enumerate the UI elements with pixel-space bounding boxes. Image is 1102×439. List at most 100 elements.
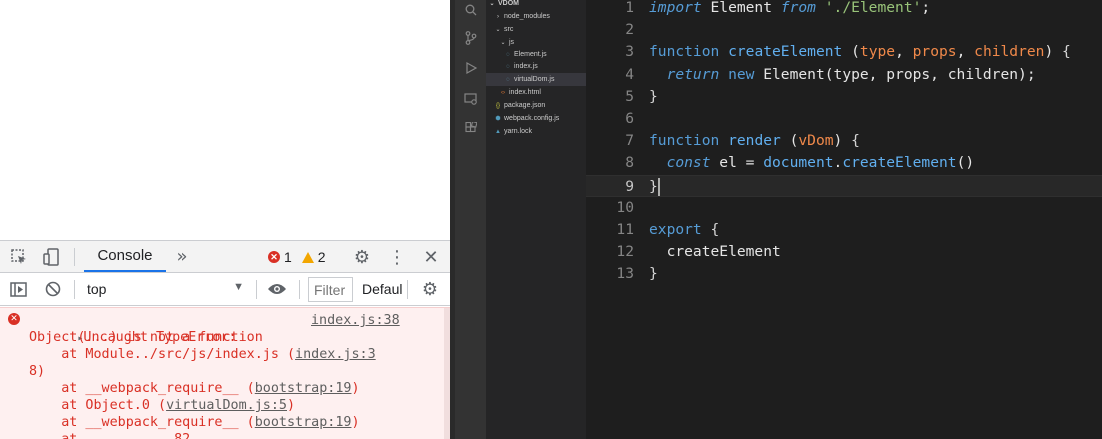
extensions-icon[interactable] <box>455 118 486 138</box>
line-number: 2 <box>625 21 634 39</box>
stack-frame-link[interactable]: bootstrap:19 <box>255 381 352 396</box>
lock-file-icon: ▲ <box>495 128 501 135</box>
code-line[interactable]: 4 return new Element(type, props, childr… <box>586 64 1102 86</box>
inspect-element-icon[interactable] <box>8 247 30 267</box>
error-source-link[interactable]: index.js:38 <box>311 312 400 329</box>
stack-frame: at __webpack_require__ (bootstrap:19) <box>29 381 360 396</box>
close-devtools-icon[interactable]: ✕ <box>421 246 441 268</box>
line-number: 8 <box>625 154 634 172</box>
device-toolbar-icon[interactable] <box>40 247 62 267</box>
filter-input[interactable] <box>308 277 353 302</box>
code-editor[interactable]: 1 import Element from './Element'; 2 3 funct… <box>586 0 1102 439</box>
code-line[interactable]: 6 <box>586 108 1102 130</box>
chevron-down-icon: ⌄ <box>495 27 501 33</box>
code-token: render <box>728 132 781 150</box>
tree-item-virtualdom-js[interactable]: ◌ virtualDom.js <box>486 73 586 86</box>
live-expression-eye-icon[interactable] <box>265 279 289 299</box>
code-token: export <box>649 221 702 238</box>
code-line[interactable]: 10 <box>586 197 1102 219</box>
code-token: type <box>859 43 896 61</box>
code-text: createElement <box>649 241 781 263</box>
code-token: ( <box>842 43 860 61</box>
log-levels-dropdown[interactable]: Default levels <box>357 277 402 302</box>
console-filter-bar: top ▼ Default levels ⚙ <box>0 273 450 306</box>
console-settings-gear-icon[interactable]: ⚙ <box>419 278 441 300</box>
code-token: props <box>912 43 957 61</box>
console-messages: ✕ ▸Uncaught TypeError: index.js:38 Objec… <box>0 307 450 439</box>
code-token: ) <box>1044 43 1063 61</box>
explorer-root-folder[interactable]: ⌄ VDOM <box>486 0 586 10</box>
code-line[interactable]: 8 const el = document.createElement() <box>586 152 1102 174</box>
code-token: vDom <box>798 132 834 150</box>
error-count: 1 <box>284 249 292 265</box>
code-line[interactable]: 2 <box>586 19 1102 41</box>
code-token: . <box>833 154 843 172</box>
source-control-icon[interactable] <box>455 28 486 48</box>
tree-item-index-js[interactable]: ◌ index.js <box>486 60 586 73</box>
dropdown-caret-icon: ▼ <box>233 281 244 293</box>
devtools-toolbar: Console » ✕ 1 2 ⚙ ⋮ ✕ <box>0 240 450 273</box>
line-number: 5 <box>625 87 634 105</box>
code-token: createElement <box>728 43 843 61</box>
page-viewport[interactable] <box>0 0 450 240</box>
stack-frame-link[interactable]: bootstrap:19 <box>255 415 352 430</box>
remote-explorer-icon[interactable] <box>455 89 486 109</box>
stack-frame: at Module../src/js/index.js (index.js:3 <box>29 347 376 362</box>
code-token: } <box>649 87 658 105</box>
code-token: './Element' <box>824 0 922 16</box>
settings-gear-icon[interactable]: ⚙ <box>351 246 373 268</box>
stack-frame-link[interactable]: virtualDom.js:5 <box>166 398 287 413</box>
line-number: 7 <box>625 132 634 150</box>
error-count-icon: ✕ <box>268 251 280 263</box>
toolbar-separator <box>407 280 408 299</box>
chevron-down-icon: ⌄ <box>500 40 506 46</box>
context-selector[interactable]: top ▼ <box>80 277 252 301</box>
code-line[interactable]: 12 createElement <box>586 241 1102 263</box>
line-number: 4 <box>625 65 634 83</box>
line-number: 13 <box>616 265 634 283</box>
code-token: Element <box>701 0 781 16</box>
clear-console-icon[interactable] <box>43 279 63 299</box>
stack-frame-link[interactable]: index.js:3 <box>295 347 376 362</box>
browser-pane: Console » ✕ 1 2 ⚙ ⋮ ✕ top ▼ Default leve… <box>0 0 450 439</box>
code-line[interactable]: 1 import Element from './Element'; <box>586 0 1102 19</box>
stack-frame: at Object.0 (virtualDom.js:5) <box>29 398 296 413</box>
tab-console[interactable]: Console <box>84 241 166 272</box>
code-line[interactable]: 11 export { <box>586 219 1102 241</box>
code-text: import Element from './Element'; <box>649 0 930 19</box>
issues-counter[interactable]: ✕ 1 2 <box>268 247 326 267</box>
json-file-icon: {} <box>495 102 500 109</box>
code-line[interactable]: 5} <box>586 86 1102 108</box>
tree-item-package-json[interactable]: {} package.json <box>486 99 586 112</box>
run-debug-icon[interactable] <box>455 58 486 78</box>
code-text: } <box>649 86 658 108</box>
toolbar-separator <box>74 248 75 266</box>
code-token: , <box>956 43 975 61</box>
toolbar-separator <box>74 280 75 299</box>
toolbar-separator <box>256 280 257 299</box>
stack-frame-wrap: 8) <box>29 364 46 379</box>
code-line[interactable]: 13} <box>586 263 1102 285</box>
more-options-icon[interactable]: ⋮ <box>388 246 406 268</box>
search-icon[interactable] <box>455 0 486 20</box>
tree-item-yarn-lock[interactable]: ▲ yarn.lock <box>486 125 586 138</box>
stack-frame: at __webpack_require__ (bootstrap:19) <box>29 415 360 430</box>
show-sidebar-icon[interactable] <box>8 279 28 299</box>
code-line[interactable]: 3 function createElement (type, props, ch… <box>586 41 1102 63</box>
more-tabs-icon[interactable]: » <box>172 246 192 267</box>
code-token: } <box>649 265 658 283</box>
tree-item-node-modules[interactable]: › node_modules <box>486 10 586 23</box>
tree-item-webpack-config[interactable]: ⬢ webpack.config.js <box>486 112 586 125</box>
code-token: () <box>956 154 975 172</box>
code-text: function createElement (type, props, chi… <box>649 41 1071 63</box>
line-number: 3 <box>625 43 634 61</box>
code-token: ; <box>921 0 931 16</box>
tree-item-index-html[interactable]: ‹› index.html <box>486 86 586 99</box>
file-explorer: ⌄ VDOM › node_modules ⌄ src ⌄ js ◌ Element.js… <box>486 0 586 439</box>
tree-item-src[interactable]: ⌄ src <box>486 23 586 36</box>
code-line[interactable]: 9} <box>586 174 1102 197</box>
code-line[interactable]: 7 function render (vDom) { <box>586 130 1102 152</box>
